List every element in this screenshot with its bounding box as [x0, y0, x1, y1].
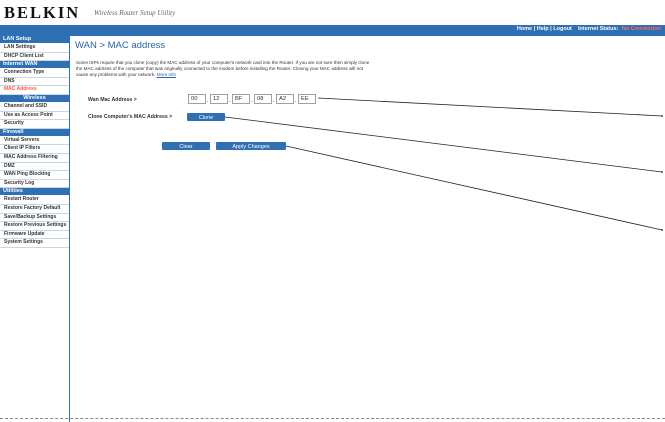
callout-line-clone: [224, 116, 663, 173]
callout-line-apply: [285, 145, 663, 231]
callout-lines: [224, 97, 663, 231]
bottom-divider: [0, 418, 665, 419]
callout-end-apply: [661, 229, 663, 231]
callout-end-mac: [661, 115, 663, 117]
callout-end-clone: [661, 171, 663, 173]
callout-line-mac: [317, 97, 663, 117]
